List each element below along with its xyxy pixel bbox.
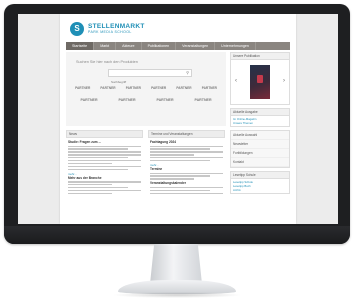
reading-tips-header: Lesetipp Schule [231, 172, 289, 179]
website-page: S STELLENMARKT PARK MEDIA SCHOOL Startse… [60, 14, 296, 224]
text-line [150, 148, 210, 150]
event-title[interactable]: Veranstaltungskalender [150, 181, 223, 185]
partner-logo[interactable]: PARTNER [126, 86, 141, 90]
featured-header: Unsere Publikation [231, 53, 289, 60]
partner-logo[interactable]: PARTNER [100, 86, 115, 90]
events-header: Termine und Veranstaltungen [148, 130, 225, 138]
event-title[interactable]: Fachtagung 2024 [150, 140, 223, 144]
partner-logo[interactable]: PARTNER [194, 98, 211, 102]
text-line [68, 181, 141, 183]
news-title[interactable]: Studie: Fragen zum ... [68, 140, 141, 144]
sidebar-links-box: Aktuelle Ausgabe Im Online-Magazin Unser… [230, 108, 290, 127]
partner-logo[interactable]: PARTNER [176, 86, 191, 90]
sidebar-item[interactable]: Kontakt [231, 158, 289, 167]
partner-logo[interactable]: PARTNER [151, 86, 166, 90]
logo-mark-icon: S [70, 22, 84, 36]
featured-publication-box: Unsere Publikation ‹ › [230, 52, 290, 105]
sidebar-link[interactable]: Unsere Themen [233, 121, 287, 125]
sidebar-reading-tips: Lesetipp Schule Lesetipp Schule Lesetipp… [230, 171, 290, 194]
partner-logos-row: PARTNER PARTNER PARTNER PARTNER PARTNER … [70, 86, 222, 90]
site-logo[interactable]: S STELLENMARKT PARK MEDIA SCHOOL [70, 22, 145, 36]
news-header: News [66, 130, 143, 138]
monitor-bezel [4, 226, 350, 244]
nav-item-unternehmungen[interactable]: Unternehmungen [215, 42, 256, 50]
events-column: Termine und Veranstaltungen Fachtagung 2… [148, 130, 225, 197]
sidebar-item[interactable]: Fortbildungen [231, 149, 289, 158]
text-line [68, 168, 128, 171]
text-line [68, 165, 141, 168]
partner-logo[interactable]: PARTNER [202, 86, 217, 90]
text-line [68, 160, 141, 162]
partner-logo[interactable]: PARTNER [80, 98, 97, 102]
search-icon[interactable]: ⚲ [186, 70, 189, 76]
text-line [68, 184, 112, 186]
logo-subtitle: PARK MEDIA SCHOOL [88, 30, 132, 34]
text-line [68, 145, 141, 147]
search-box: ⚲ [108, 69, 192, 85]
carousel-prev-icon[interactable]: ‹ [235, 78, 237, 84]
sidebar: Unsere Publikation ‹ › Aktuelle Ausgabe … [230, 52, 290, 197]
text-line [68, 186, 128, 189]
text-line [68, 192, 112, 195]
text-line [150, 186, 223, 189]
hero-search-panel: Suchen Sie hier nach den Produkten ⚲ PAR… [66, 52, 226, 126]
nav-item-markt[interactable]: Markt [94, 42, 117, 50]
text-line [150, 172, 223, 174]
partner-logo[interactable]: PARTNER [156, 98, 173, 102]
text-line [68, 148, 128, 150]
text-line [150, 192, 223, 194]
text-line [150, 145, 223, 147]
partner-logo[interactable]: PARTNER [118, 98, 135, 102]
sidebar-item[interactable]: Newsletter [231, 140, 289, 149]
main-navigation: Startseite Markt Akteure Publikationen V… [66, 42, 290, 50]
reading-tip-link[interactable]: Archiv [233, 188, 287, 192]
text-line [150, 157, 223, 159]
partner-logos-row: PARTNER PARTNER PARTNER PARTNER [70, 98, 222, 102]
nav-item-publikationen[interactable]: Publikationen [142, 42, 177, 50]
text-line [68, 154, 141, 156]
hero-tagline: Suchen Sie hier nach den Produkten [76, 60, 138, 64]
text-line [150, 175, 210, 177]
text-line [150, 178, 194, 180]
text-line [150, 154, 194, 156]
nav-item-veranstaltungen[interactable]: Veranstaltungen [176, 42, 216, 50]
monitor-shadow [112, 292, 242, 298]
sidebar-menu: Aktuelle Auswahl Newsletter Fortbildunge… [230, 130, 290, 168]
text-line [150, 189, 210, 191]
search-input[interactable] [109, 79, 179, 85]
monitor-screen: S STELLENMARKT PARK MEDIA SCHOOL Startse… [18, 14, 338, 224]
sidebar-links-header: Aktuelle Ausgabe [231, 109, 289, 116]
event-title[interactable]: Termine [150, 167, 223, 171]
news-title[interactable]: Mehr aus der Branche [68, 176, 141, 180]
text-line [150, 160, 210, 162]
carousel-next-icon[interactable]: › [283, 78, 285, 84]
text-line [68, 189, 141, 192]
nav-item-akteure[interactable]: Akteure [116, 42, 142, 50]
monitor-stand-neck [150, 244, 202, 284]
partner-logo[interactable]: PARTNER [75, 86, 90, 90]
text-line [68, 151, 141, 153]
text-line [68, 162, 112, 165]
text-line [150, 151, 223, 153]
publication-cover-image[interactable] [250, 65, 270, 99]
nav-item-startseite[interactable]: Startseite [66, 42, 95, 50]
sidebar-item[interactable]: Aktuelle Auswahl [231, 131, 289, 140]
text-line [68, 157, 128, 159]
news-column: News Studie: Fragen zum ... mehr... Mehr… [66, 130, 143, 198]
